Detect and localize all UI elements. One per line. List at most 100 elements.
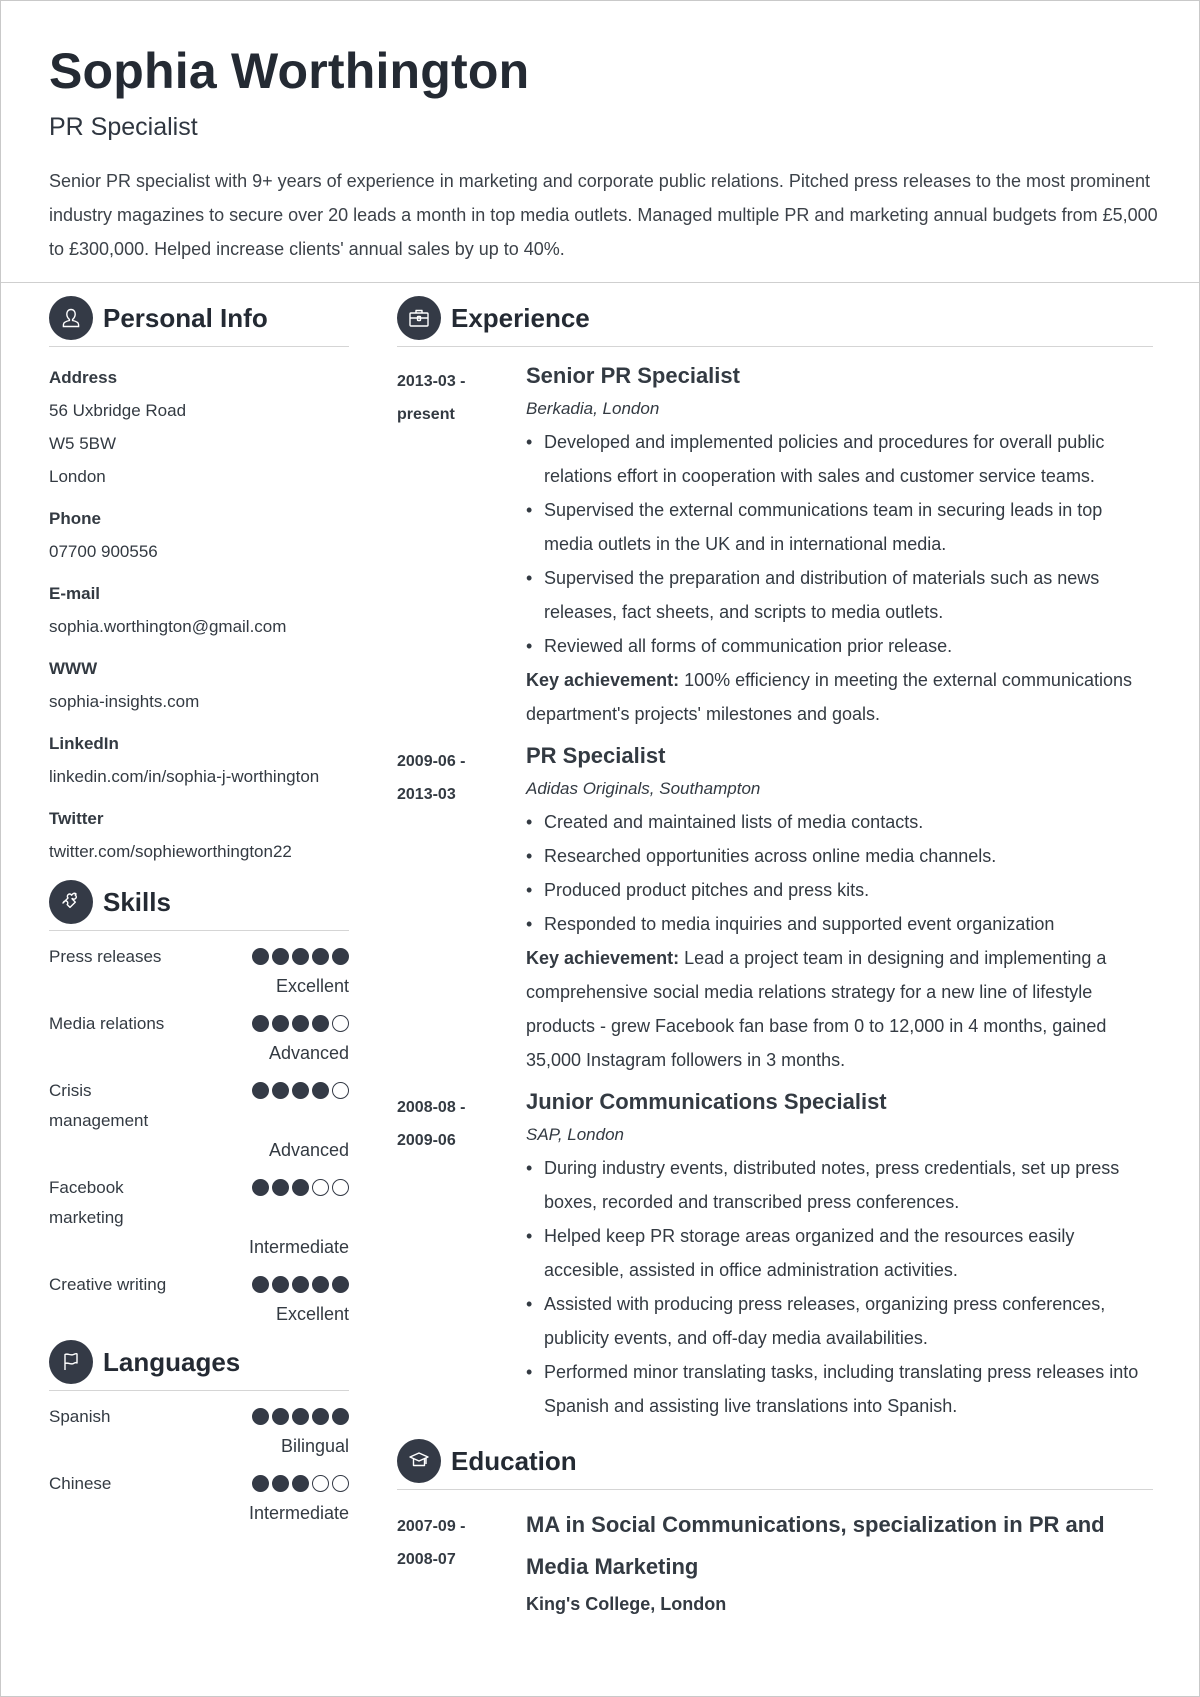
rating-dot-filled bbox=[332, 1408, 349, 1425]
resume-header: Sophia Worthington PR Specialist Senior … bbox=[49, 41, 1158, 266]
rating-dot-filled bbox=[292, 1475, 309, 1492]
rating-dots bbox=[252, 1273, 349, 1297]
rating-dot-filled bbox=[332, 1276, 349, 1293]
rating-dot-filled bbox=[272, 1276, 289, 1293]
candidate-title: PR Specialist bbox=[49, 113, 198, 141]
rating-dot-empty bbox=[312, 1179, 329, 1196]
rating-dot-filled bbox=[272, 1082, 289, 1099]
item-name: Media relations bbox=[49, 1014, 165, 1033]
section-title: Languages bbox=[103, 1347, 241, 1377]
rating-dot-filled bbox=[252, 1015, 269, 1032]
responsibility-item: Supervised the external communications t… bbox=[526, 493, 1153, 561]
section-divider bbox=[49, 1390, 349, 1391]
rating-dot-empty bbox=[332, 1082, 349, 1099]
section-divider bbox=[397, 1489, 1153, 1490]
address-line: 56 Uxbridge Road bbox=[49, 401, 187, 420]
responsibility-item: During industry events, distributed note… bbox=[526, 1151, 1153, 1219]
rating-dots bbox=[252, 1176, 349, 1200]
rating-dot-filled bbox=[292, 1015, 309, 1032]
item-name: Crisis bbox=[49, 1081, 92, 1100]
company-name: Berkadia, London bbox=[526, 399, 660, 418]
job-dates: 2008-08 - 2009-06 bbox=[397, 1091, 507, 1157]
job-title: Junior Communications Specialist bbox=[526, 1089, 887, 1114]
rating-dot-filled bbox=[252, 1276, 269, 1293]
date-end: 2009-06 bbox=[397, 1132, 456, 1149]
responsibility-item: Responded to media inquiries and support… bbox=[526, 907, 1153, 941]
school-name: King's College, London bbox=[526, 1594, 727, 1614]
twitter-label: Twitter bbox=[49, 809, 104, 828]
website-link[interactable]: sophia-insights.com bbox=[49, 685, 349, 718]
proficiency-level: Excellent bbox=[275, 1304, 349, 1324]
languages-section: Languages Spanish Bilingual Chinese Interme… bbox=[49, 1340, 349, 1525]
twitter-field: Twitter twitter.com/sophieworthington22 bbox=[49, 802, 349, 868]
rating-dot-empty bbox=[312, 1475, 329, 1492]
item-name: Facebook bbox=[49, 1178, 124, 1197]
responsibility-item: Reviewed all forms of communication prio… bbox=[526, 629, 1153, 663]
rating-dot-filled bbox=[272, 1408, 289, 1425]
website-label: WWW bbox=[49, 659, 98, 678]
section-divider bbox=[49, 930, 349, 931]
skill-item: Facebook marketing Intermediate bbox=[49, 1176, 349, 1259]
person-icon bbox=[49, 296, 93, 340]
section-title: Education bbox=[451, 1446, 577, 1476]
proficiency-level: Excellent bbox=[275, 976, 349, 996]
item-name: Creative writing bbox=[49, 1275, 167, 1294]
responsibility-list: Developed and implemented policies and p… bbox=[526, 425, 1153, 663]
candidate-name: Sophia Worthington bbox=[49, 43, 530, 99]
linkedin-link[interactable]: linkedin.com/in/sophia-j-worthington bbox=[49, 760, 349, 793]
rating-dot-filled bbox=[312, 1082, 329, 1099]
address-field: Address 56 Uxbridge Road W5 5BW London bbox=[49, 361, 349, 493]
rating-dot-empty bbox=[332, 1015, 349, 1032]
degree-title: MA in Social Communications, specializat… bbox=[526, 1512, 1105, 1579]
item-name: Spanish bbox=[49, 1407, 111, 1426]
resume-page: Sophia Worthington PR Specialist Senior … bbox=[0, 0, 1200, 1697]
rating-dot-filled bbox=[292, 948, 309, 965]
skill-item: Creative writing Excellent bbox=[49, 1273, 349, 1326]
experience-section: Experience 2013-03 - present Senior PR Spe… bbox=[397, 296, 1153, 1423]
item-name-continued: marketing bbox=[49, 1208, 124, 1227]
rating-dot-filled bbox=[272, 948, 289, 965]
date-start: 2009-06 - bbox=[397, 753, 466, 770]
website-field: WWW sophia-insights.com bbox=[49, 652, 349, 718]
responsibility-item: Researched opportunities across online m… bbox=[526, 839, 1153, 873]
responsibility-item: Helped keep PR storage areas organized a… bbox=[526, 1219, 1153, 1287]
proficiency-level: Intermediate bbox=[248, 1503, 349, 1523]
puzzle-icon bbox=[49, 880, 93, 924]
rating-dot-filled bbox=[252, 948, 269, 965]
rating-dots bbox=[252, 1012, 349, 1036]
item-name: Press releases bbox=[49, 947, 162, 966]
proficiency-level: Intermediate bbox=[248, 1237, 349, 1257]
rating-dot-filled bbox=[252, 1408, 269, 1425]
skill-item: Press releases Excellent bbox=[49, 945, 349, 998]
rating-dot-filled bbox=[252, 1082, 269, 1099]
phone-label: Phone bbox=[49, 509, 101, 528]
education-section: Education 2007-09 - 2008-07 MA in Social… bbox=[397, 1439, 1153, 1620]
email-field: E-mail sophia.worthington@gmail.com bbox=[49, 577, 349, 643]
date-start: 2008-08 - bbox=[397, 1099, 466, 1116]
twitter-link[interactable]: twitter.com/sophieworthington22 bbox=[49, 835, 349, 868]
experience-entry: 2008-08 - 2009-06 Junior Communications Sp… bbox=[397, 1085, 1153, 1423]
rating-dot-filled bbox=[292, 1276, 309, 1293]
graduation-cap-icon bbox=[397, 1439, 441, 1483]
section-heading: Experience bbox=[397, 296, 1153, 340]
experience-entry: 2013-03 - present Senior PR Specialist Berk… bbox=[397, 359, 1153, 731]
skill-item: Media relations Advanced bbox=[49, 1012, 349, 1065]
rating-dot-filled bbox=[272, 1015, 289, 1032]
phone-value: 07700 900556 bbox=[49, 542, 158, 561]
date-end: 2008-07 bbox=[397, 1551, 456, 1568]
section-heading: Skills bbox=[49, 880, 349, 924]
left-column: Personal Info Address 56 Uxbridge Road W… bbox=[49, 296, 349, 1525]
rating-dot-filled bbox=[312, 948, 329, 965]
rating-dot-filled bbox=[312, 1276, 329, 1293]
key-achievement-label: Key achievement: bbox=[526, 948, 680, 968]
address-line: London bbox=[49, 467, 106, 486]
date-end: 2013-03 bbox=[397, 786, 456, 803]
email-link[interactable]: sophia.worthington@gmail.com bbox=[49, 610, 349, 643]
proficiency-level: Advanced bbox=[268, 1140, 349, 1160]
rating-dot-filled bbox=[272, 1179, 289, 1196]
date-end: present bbox=[397, 406, 455, 423]
rating-dots bbox=[252, 1079, 349, 1103]
key-achievement: Key achievement: 100% efficiency in meet… bbox=[526, 663, 1153, 731]
job-dates: 2013-03 - present bbox=[397, 365, 507, 431]
company-name: SAP, London bbox=[526, 1125, 624, 1144]
